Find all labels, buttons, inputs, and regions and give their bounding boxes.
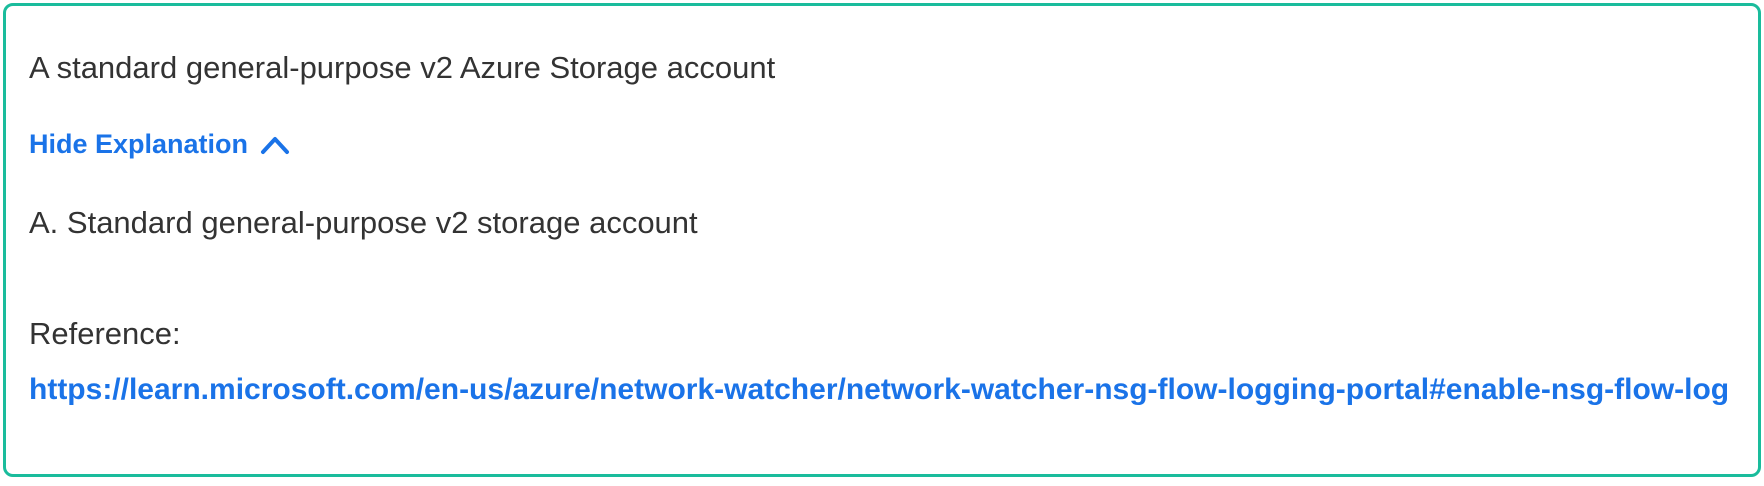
hide-explanation-button[interactable]: Hide Explanation [29,129,290,160]
reference-label: Reference: [29,316,181,351]
reference-link[interactable]: https://learn.microsoft.com/en-us/azure/… [29,370,1744,410]
hide-explanation-label: Hide Explanation [29,129,249,159]
chevron-up-icon [261,136,290,154]
explanation-text: A. Standard general-purpose v2 storage a… [29,205,698,240]
answer-text: A standard general-purpose v2 Azure Stor… [29,50,776,85]
explanation-panel: A standard general-purpose v2 Azure Stor… [3,3,1761,477]
